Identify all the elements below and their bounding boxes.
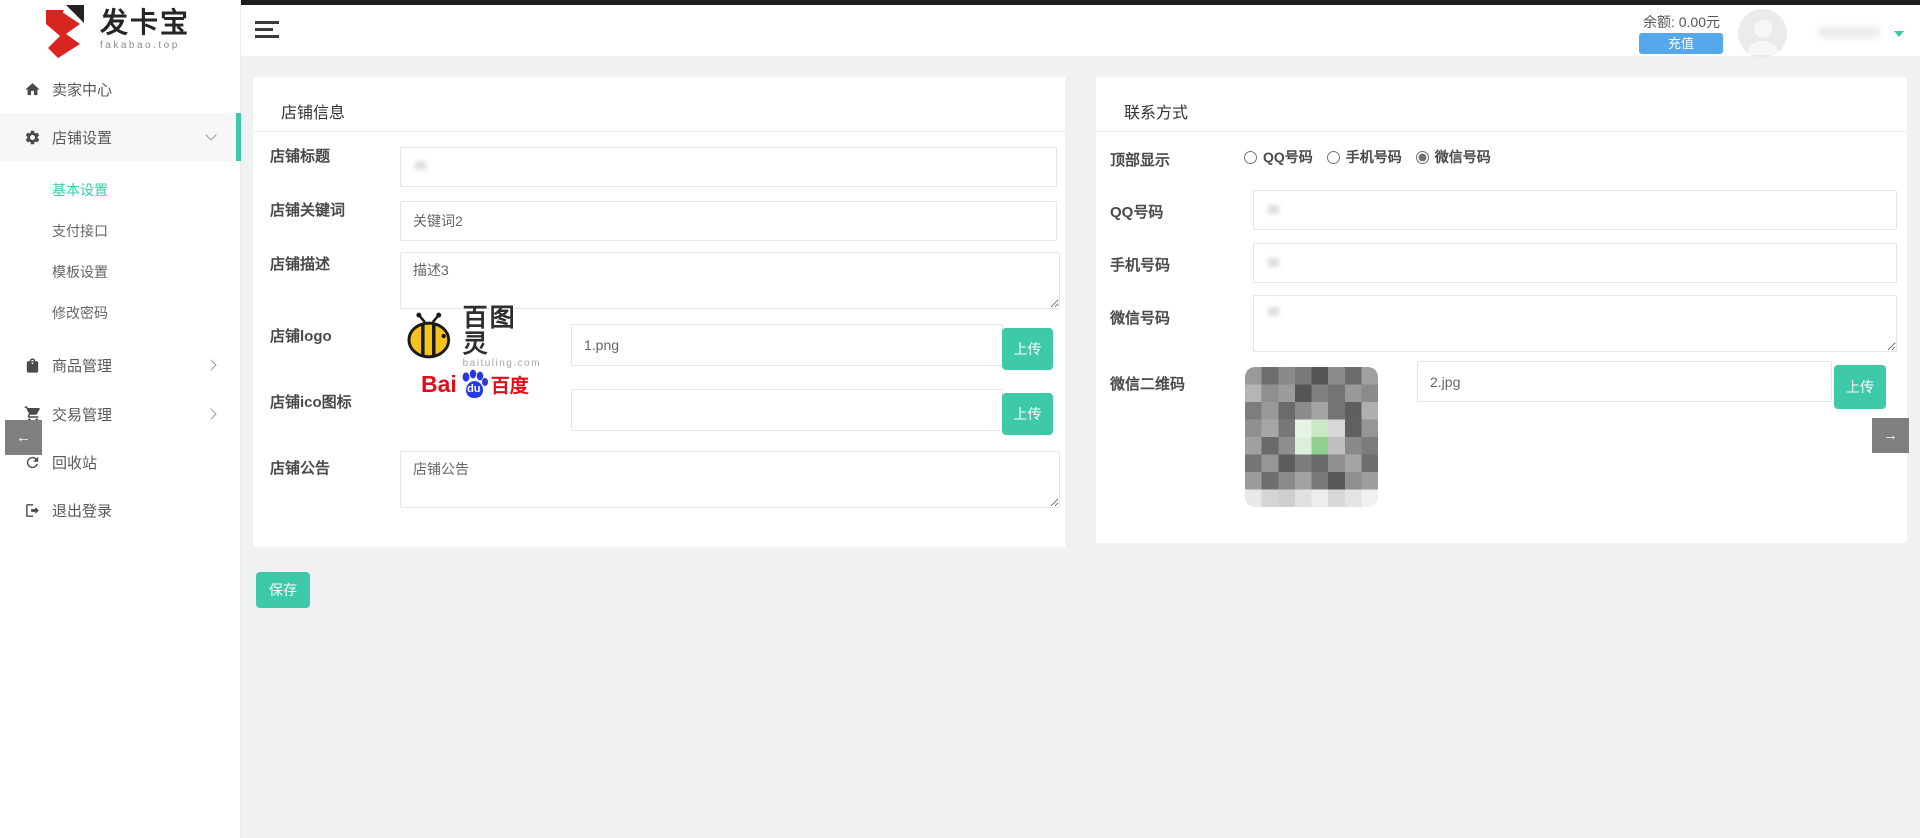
store-ico-upload-button[interactable]: 上传 (1002, 393, 1053, 435)
store-info-panel: 店铺信息 店铺标题 店铺关键词 店铺描述 描述3 店铺logo 百图灵 bait… (253, 77, 1065, 547)
store-logo-preview: 百图灵 baituling.com (403, 307, 543, 367)
store-keywords-input[interactable] (400, 201, 1057, 241)
sidebar-item-label: 商品管理 (52, 355, 112, 376)
store-desc-textarea[interactable]: 描述3 (400, 252, 1060, 309)
hamburger-menu-icon[interactable] (255, 21, 283, 41)
top-display-radio-group: QQ号码 手机号码 微信号码 (1244, 147, 1499, 167)
header: 余额: 0.00元 充值 (241, 5, 1920, 57)
sidebar-item-product-management[interactable]: 商品管理 (0, 341, 241, 389)
sidebar-item-logout[interactable]: 退出登录 (0, 486, 241, 534)
sidebar: 发卡宝 fakabao.top 卖家中心 店铺设置 基本设置 支付接口 模板设置… (0, 0, 241, 838)
store-ico-filename-input[interactable] (571, 389, 1003, 431)
store-notice-label: 店铺公告 (270, 457, 395, 478)
username-redacted (1818, 27, 1880, 38)
sidebar-item-shop-settings[interactable]: 店铺设置 (0, 113, 241, 161)
store-notice-textarea[interactable]: 店铺公告 (400, 451, 1060, 508)
save-button[interactable]: 保存 (256, 572, 310, 608)
chevron-right-icon (205, 359, 216, 370)
store-desc-label: 店铺描述 (270, 253, 395, 274)
bee-logo-icon (403, 312, 455, 362)
sidebar-item-label: 回收站 (52, 452, 97, 473)
radio-phone[interactable] (1327, 151, 1340, 164)
phone-number-label: 手机号码 (1110, 254, 1235, 275)
sidebar-item-label: 交易管理 (52, 404, 112, 425)
avatar[interactable] (1738, 9, 1787, 58)
arrow-left-icon: ← (16, 429, 31, 446)
wechat-qr-filename-input[interactable] (1417, 361, 1832, 402)
qq-number-label: QQ号码 (1110, 201, 1235, 222)
brand-domain: fakabao.top (100, 40, 190, 51)
store-ico-preview: Bai du 百度 (421, 363, 531, 405)
balance-value: 0.00元 (1679, 14, 1720, 30)
logout-icon (24, 502, 52, 519)
logo-area[interactable]: 发卡宝 fakabao.top (0, 0, 240, 62)
store-keywords-label: 店铺关键词 (270, 199, 395, 220)
active-indicator-bar (236, 113, 241, 161)
chevron-down-icon (205, 129, 216, 140)
store-ico-label: 店铺ico图标 (270, 391, 395, 412)
store-logo-filename-input[interactable] (571, 324, 1003, 366)
baidu-cn-text: 百度 (491, 371, 529, 398)
baidu-paw-icon: du (458, 368, 490, 400)
wechat-qr-upload-button[interactable]: 上传 (1834, 365, 1886, 409)
contact-panel: 联系方式 顶部显示 QQ号码 手机号码 微信号码 QQ号码 手机号码 微信号码 … (1096, 77, 1907, 543)
store-logo-label: 店铺logo (270, 325, 395, 346)
recycle-icon (24, 454, 52, 471)
sidebar-item-label: 店铺设置 (52, 127, 112, 148)
radio-phone-label[interactable]: 手机号码 (1346, 147, 1402, 167)
person-silhouette-icon (1744, 15, 1782, 55)
fakabao-logo-icon (36, 4, 92, 60)
store-title-input[interactable] (400, 147, 1057, 187)
divider (253, 131, 1065, 132)
balance-text: 余额: 0.00元 (1643, 12, 1720, 32)
baidu-du-text: du (458, 383, 490, 395)
store-panel-title: 店铺信息 (281, 99, 345, 123)
sidebar-item-label: 卖家中心 (52, 79, 112, 100)
phone-number-input[interactable] (1253, 243, 1897, 283)
bee-brand-text: 百图灵 (463, 305, 543, 357)
store-logo-upload-button[interactable]: 上传 (1002, 328, 1053, 370)
sidebar-subitem-change-password[interactable]: 修改密码 (0, 293, 241, 334)
scroll-right-button[interactable]: → (1872, 418, 1909, 453)
sidebar-item-label: 退出登录 (52, 500, 112, 521)
arrow-right-icon: → (1883, 427, 1898, 444)
store-title-label: 店铺标题 (270, 145, 395, 166)
balance-label: 余额: (1643, 14, 1675, 30)
recharge-button[interactable]: 充值 (1639, 33, 1723, 54)
radio-wechat[interactable] (1416, 151, 1429, 164)
wechat-number-label: 微信号码 (1110, 307, 1235, 328)
wechat-qr-image (1245, 367, 1378, 507)
divider (1096, 131, 1907, 132)
home-icon (24, 81, 52, 98)
qq-number-input[interactable] (1253, 190, 1897, 230)
wechat-number-textarea[interactable] (1253, 295, 1897, 352)
radio-qq-label[interactable]: QQ号码 (1263, 147, 1313, 167)
radio-wechat-label[interactable]: 微信号码 (1435, 147, 1491, 167)
wechat-qr-label: 微信二维码 (1110, 373, 1235, 394)
sidebar-subitem-payment-api[interactable]: 支付接口 (0, 211, 241, 252)
sidebar-subitem-basic-settings[interactable]: 基本设置 (0, 170, 241, 211)
chevron-right-icon (205, 408, 216, 419)
gear-icon (24, 129, 52, 146)
brand-name: 发卡宝 (100, 8, 190, 38)
sidebar-subitem-template-settings[interactable]: 模板设置 (0, 252, 241, 293)
shopping-bag-icon (24, 357, 52, 374)
top-display-label: 顶部显示 (1110, 149, 1235, 170)
sidebar-item-seller-center[interactable]: 卖家中心 (0, 65, 241, 113)
chevron-down-icon[interactable] (1894, 31, 1904, 37)
contact-panel-title: 联系方式 (1124, 99, 1188, 123)
radio-qq[interactable] (1244, 151, 1257, 164)
scroll-left-button[interactable]: ← (5, 420, 42, 455)
baidu-bai-text: Bai (421, 371, 457, 398)
